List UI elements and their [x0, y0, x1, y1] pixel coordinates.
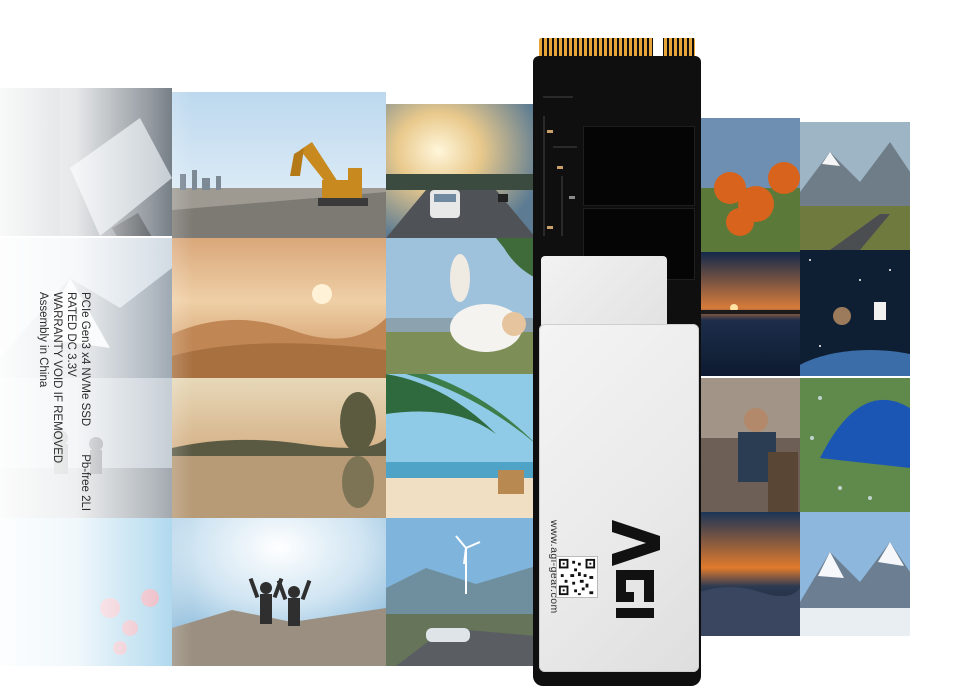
photo-tile-autumn-vines [700, 118, 800, 252]
label-interface: PCIe Gen3 x4 NVMe SSD [79, 292, 91, 427]
photo-tile-pink-flowers [0, 518, 172, 666]
qr-code-icon [556, 556, 598, 598]
photo-tile-beach-palm [386, 374, 536, 518]
label-specs: PCIe Gen3 x4 NVMe SSD Pb-free 2LI RATED D… [36, 292, 92, 511]
photo-tile-highway-sunset [386, 104, 536, 238]
photo-tile-excavator [172, 92, 386, 238]
photo-tile-sunset-clouds [700, 512, 800, 636]
photo-tile-desert-dunes [172, 238, 386, 378]
photo-tile-laptop-desk [0, 88, 172, 236]
agi-logo-icon [602, 512, 666, 622]
nand-chip [583, 126, 695, 206]
photo-tile-lake-sunset [700, 252, 800, 376]
photo-tile-cat-stretching [386, 238, 536, 374]
photo-tile-car-wind-turbines [386, 518, 536, 666]
label-rated-voltage: RATED DC 3.3V [65, 292, 77, 377]
label-warranty: WARRANTY VOID IF REMOVED [51, 292, 63, 464]
photo-tile-astronaut-space [800, 250, 910, 376]
label-pb-free: Pb-free 2LI [79, 454, 91, 512]
photo-tile-jumping-friends [172, 518, 386, 666]
photo-tile-mountain-road [800, 122, 910, 250]
photo-tile-lake-reflection [172, 378, 386, 518]
product-banner: PCIe Gen3 x4 NVMe SSD Pb-free 2LI RATED D… [0, 0, 960, 700]
photo-tile-umbrella-rain [800, 378, 910, 512]
photo-tile-woman-reading [700, 378, 800, 512]
photo-tile-snow-peaks [800, 512, 910, 636]
small-label-sticker [541, 256, 667, 328]
label-assembly: Assembly in China [37, 292, 49, 388]
